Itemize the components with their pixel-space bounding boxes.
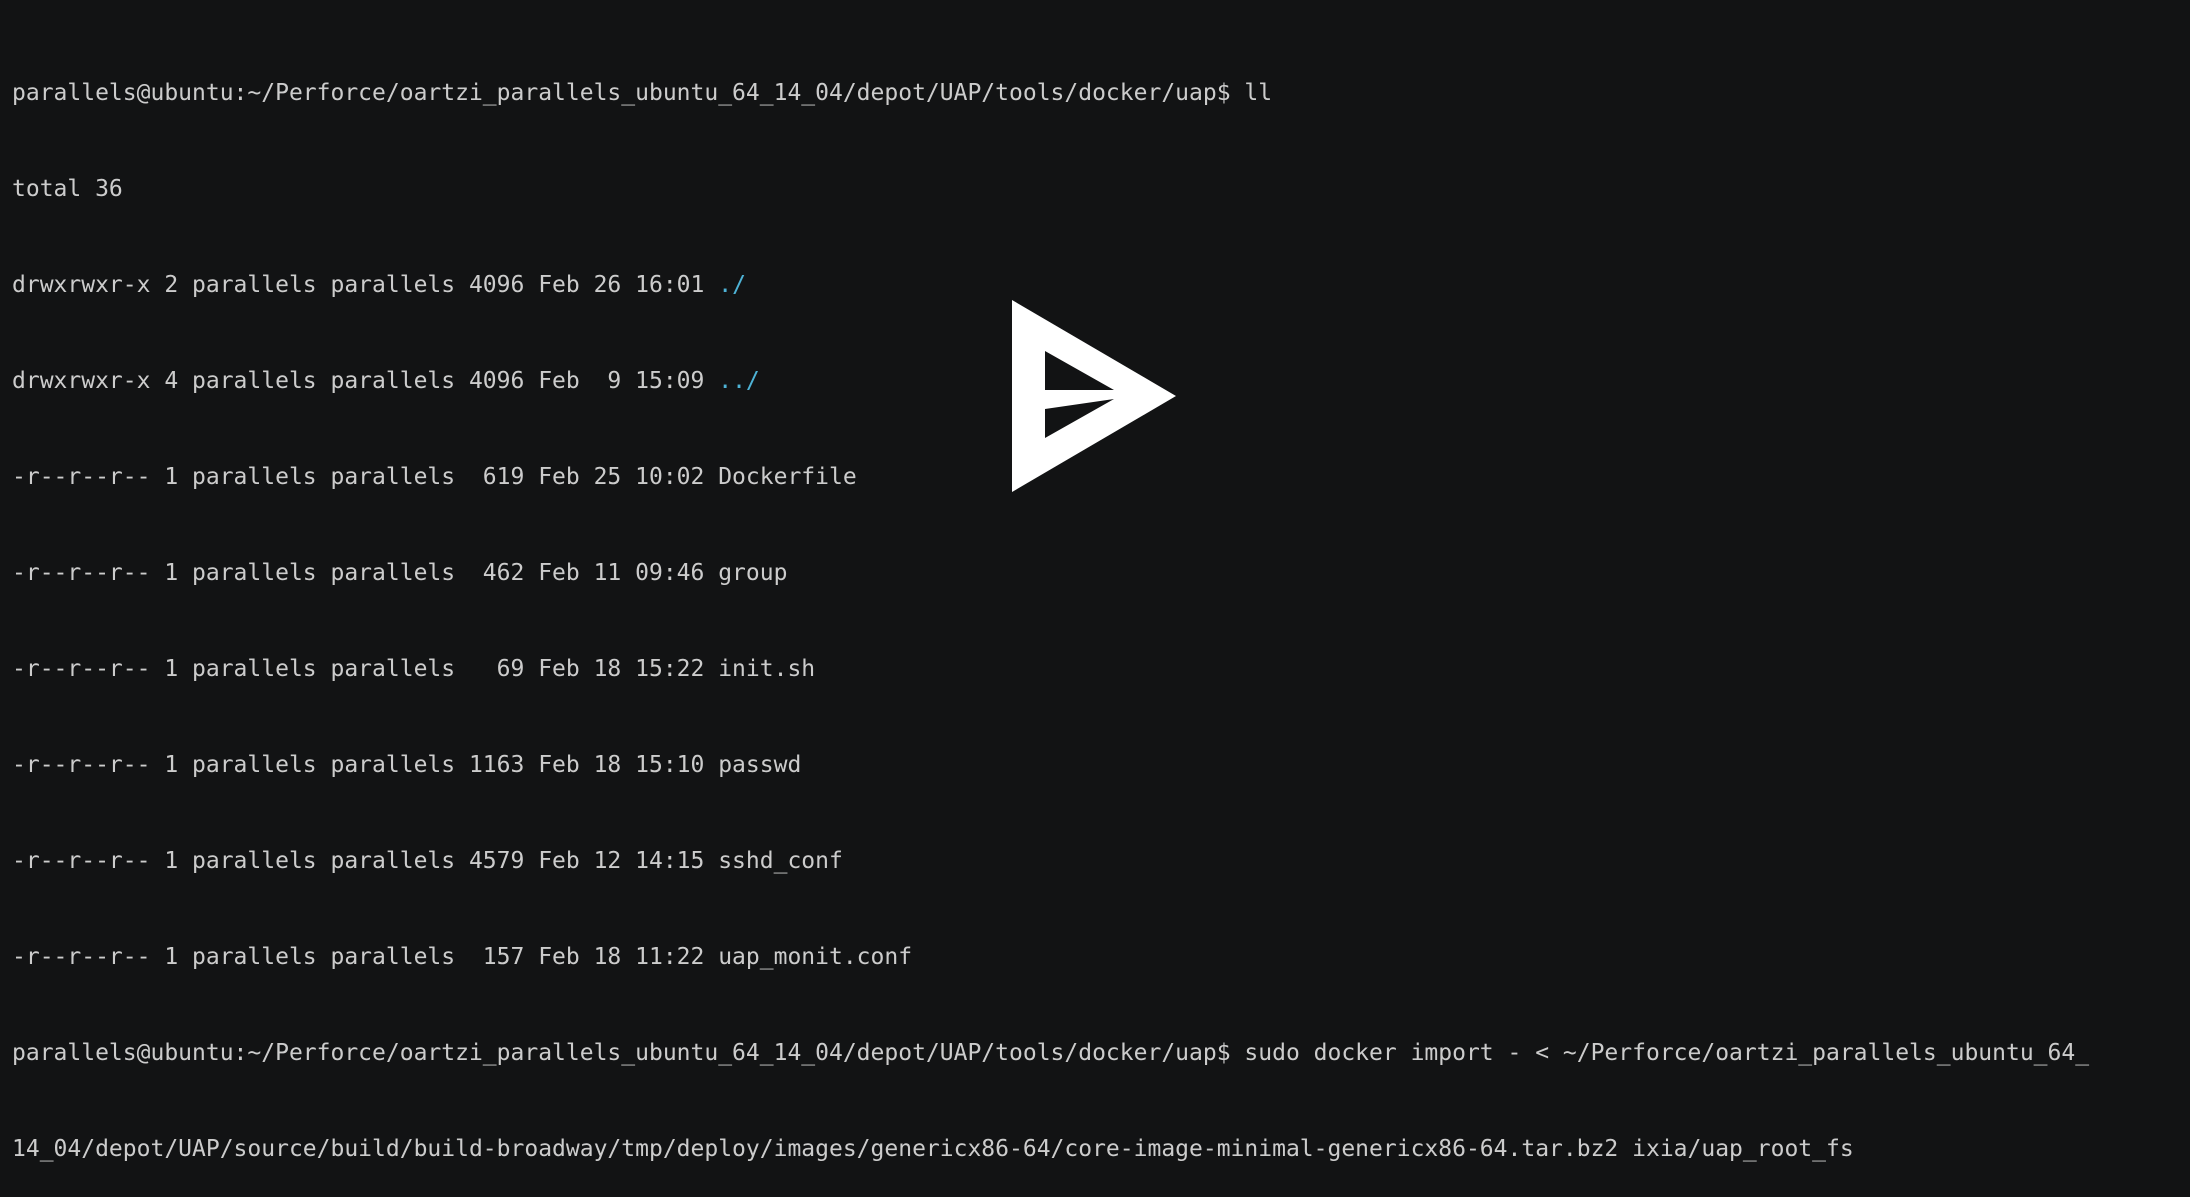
line-text: -r--r--r-- 1 parallels parallels 1163 Fe…: [12, 752, 802, 778]
line-text: -r--r--r-- 1 parallels parallels 619 Feb…: [12, 464, 857, 490]
line-text: drwxrwxr-x 2 parallels parallels 4096 Fe…: [12, 272, 719, 298]
line-text: 14_04/depot/UAP/source/build/build-broad…: [12, 1136, 1854, 1162]
line-text: total 36: [12, 176, 123, 202]
terminal-line-entry: -r--r--r-- 1 parallels parallels 462 Feb…: [12, 557, 2182, 589]
terminal-line-entry: -r--r--r-- 1 parallels parallels 69 Feb …: [12, 653, 2182, 685]
terminal-line-entry: -r--r--r-- 1 parallels parallels 4579 Fe…: [12, 845, 2182, 877]
terminal-output: parallels@ubuntu:~/Perforce/oartzi_paral…: [12, 13, 2182, 1197]
line-text: parallels@ubuntu:~/Perforce/oartzi_paral…: [12, 1040, 2090, 1066]
terminal-line-prompt: parallels@ubuntu:~/Perforce/oartzi_paral…: [12, 77, 2182, 109]
dir-name: ../: [718, 368, 760, 394]
terminal-line-total: total 36: [12, 173, 2182, 205]
line-text: -r--r--r-- 1 parallels parallels 157 Feb…: [12, 944, 913, 970]
dir-name: ./: [718, 272, 746, 298]
play-button[interactable]: [1010, 298, 1180, 494]
line-text: -r--r--r-- 1 parallels parallels 4579 Fe…: [12, 848, 843, 874]
terminal-line-prompt: parallels@ubuntu:~/Perforce/oartzi_paral…: [12, 1037, 2182, 1069]
line-text: -r--r--r-- 1 parallels parallels 69 Feb …: [12, 656, 816, 682]
terminal-line-entry: drwxrwxr-x 2 parallels parallels 4096 Fe…: [12, 269, 2182, 301]
line-text: -r--r--r-- 1 parallels parallels 462 Feb…: [12, 560, 788, 586]
terminal-line-entry: -r--r--r-- 1 parallels parallels 157 Feb…: [12, 941, 2182, 973]
asciinema-play-icon[interactable]: [1010, 298, 1180, 494]
line-text: drwxrwxr-x 4 parallels parallels 4096 Fe…: [12, 368, 719, 394]
terminal-line-wrap: 14_04/depot/UAP/source/build/build-broad…: [12, 1133, 2182, 1165]
terminal-line-entry: -r--r--r-- 1 parallels parallels 1163 Fe…: [12, 749, 2182, 781]
line-text: parallels@ubuntu:~/Perforce/oartzi_paral…: [12, 80, 1273, 106]
